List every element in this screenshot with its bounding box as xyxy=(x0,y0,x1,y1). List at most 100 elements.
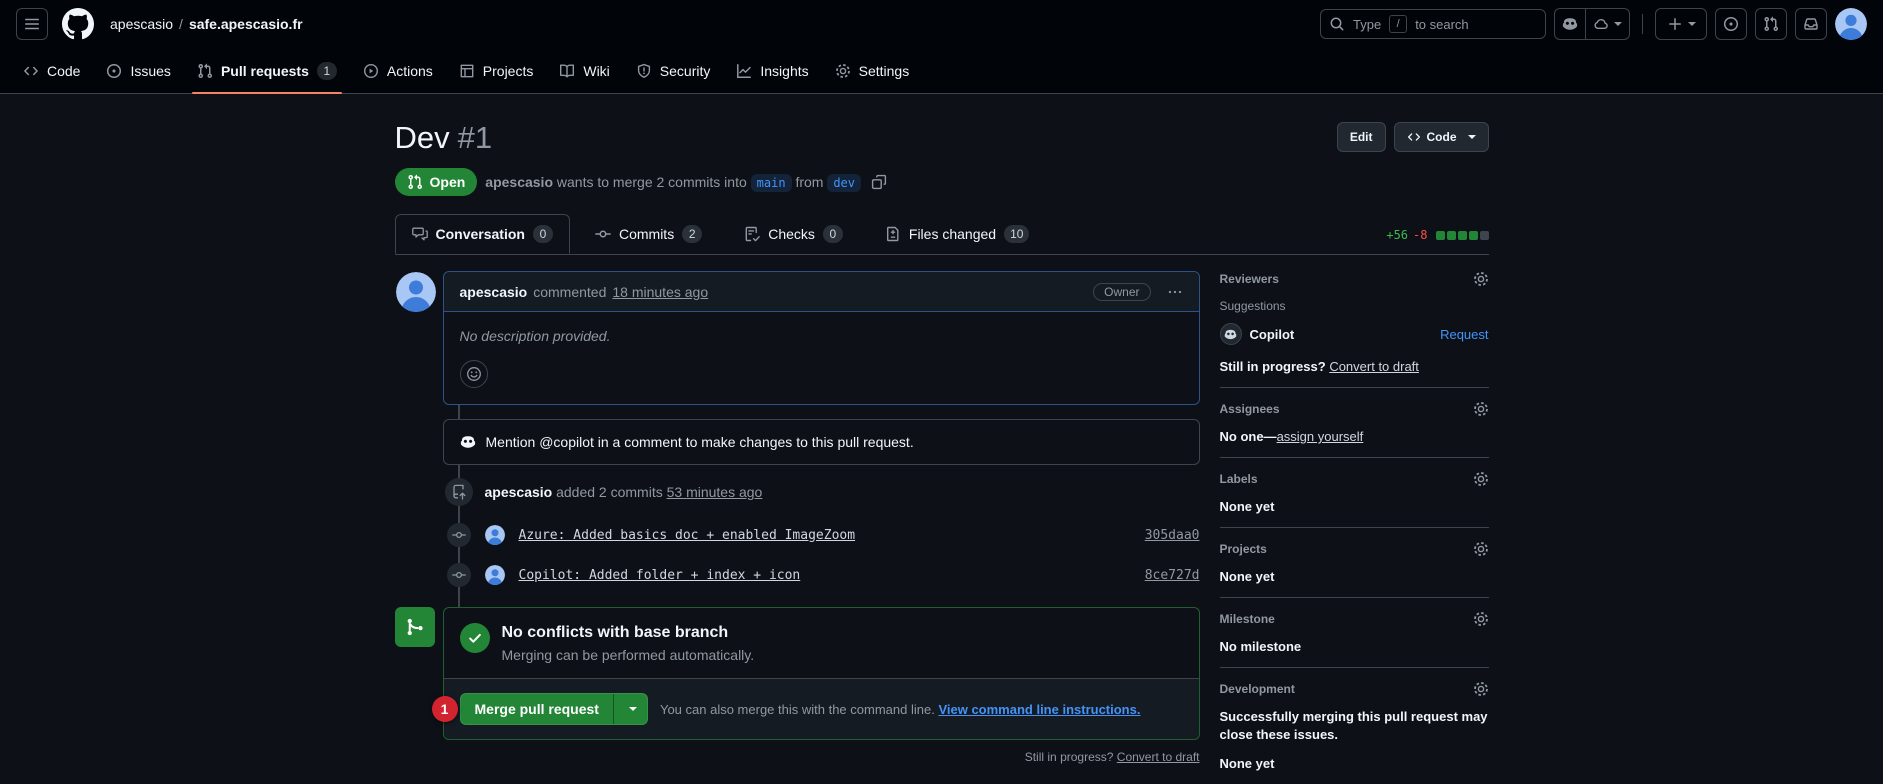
tab-label: Files changed xyxy=(908,226,997,242)
git-pull-request-icon xyxy=(407,174,423,190)
create-new-dropdown[interactable] xyxy=(1655,8,1707,40)
milestone-empty-state: No milestone xyxy=(1219,639,1302,654)
commit-row: Azure: Added basics doc + enabled ImageZ… xyxy=(443,519,1200,551)
merge-pull-request-button[interactable]: Merge pull request xyxy=(459,693,648,725)
cmdline-text: You can also merge this with the command… xyxy=(659,701,935,717)
edit-button[interactable]: Edit xyxy=(1336,122,1386,152)
git-commit-icon xyxy=(595,226,611,242)
milestone-title[interactable]: Milestone xyxy=(1220,612,1275,626)
commit-row: Copilot: Added folder + index + icon 8ce… xyxy=(443,559,1200,591)
gear-icon[interactable] xyxy=(1473,271,1489,287)
copilot-agents-dropdown[interactable] xyxy=(1585,9,1629,39)
owner-badge: Owner xyxy=(1093,282,1151,301)
user-avatar[interactable] xyxy=(1835,8,1867,40)
tab-checks[interactable]: Checks 0 xyxy=(727,214,860,254)
inbox-button[interactable] xyxy=(1795,8,1827,40)
avatar[interactable] xyxy=(471,565,505,585)
chevron-down-icon xyxy=(1467,135,1476,139)
event-timestamp-link[interactable]: 53 minutes ago xyxy=(667,484,763,500)
copilot-icon xyxy=(460,434,476,450)
request-review-link[interactable]: Request xyxy=(1440,327,1488,342)
base-branch-label[interactable]: main xyxy=(750,174,792,192)
breadcrumb-repo[interactable]: safe.apescasio.fr xyxy=(189,16,303,32)
suggested-reviewer-name[interactable]: Copilot xyxy=(1250,327,1295,342)
repo-tab-label: Insights xyxy=(760,62,809,79)
labels-title[interactable]: Labels xyxy=(1220,472,1258,486)
avatar[interactable] xyxy=(471,525,505,545)
code-dropdown-button[interactable]: Code xyxy=(1393,122,1489,152)
reviewers-title[interactable]: Reviewers xyxy=(1220,272,1279,286)
check-icon xyxy=(459,623,490,653)
search-placeholder-pre: Type xyxy=(1353,16,1382,32)
add-reaction-button[interactable] xyxy=(459,360,488,388)
repo-tab-actions[interactable]: Actions xyxy=(354,48,442,93)
commit-message-link[interactable]: Azure: Added basics doc + enabled ImageZ… xyxy=(519,528,856,543)
convert-to-draft-link[interactable]: Convert to draft xyxy=(1329,359,1419,374)
sidebar-draft-prompt: Still in progress? Convert to draft xyxy=(1220,359,1489,374)
commit-sha-link[interactable]: 305daa0 xyxy=(1145,528,1200,543)
commit-message-link[interactable]: Copilot: Added folder + index + icon xyxy=(519,568,801,583)
github-logo-icon[interactable] xyxy=(62,8,94,40)
tab-files-changed[interactable]: Files changed 10 xyxy=(868,214,1047,254)
comment-timestamp-link[interactable]: 18 minutes ago xyxy=(612,284,708,300)
search-input[interactable]: Type / to search xyxy=(1320,9,1546,39)
gear-icon[interactable] xyxy=(1473,541,1489,557)
assignees-title[interactable]: Assignees xyxy=(1220,402,1280,416)
git-merge-icon xyxy=(394,607,435,647)
development-title[interactable]: Development xyxy=(1220,682,1295,696)
copilot-icon xyxy=(1562,16,1578,32)
inbox-icon xyxy=(1803,16,1819,32)
repo-push-icon xyxy=(444,478,473,506)
copilot-avatar xyxy=(1219,323,1242,345)
tab-conversation[interactable]: Conversation 0 xyxy=(394,214,570,254)
projects-title[interactable]: Projects xyxy=(1220,542,1267,556)
event-action: added 2 commits xyxy=(556,484,663,500)
repo-tab-security[interactable]: Security xyxy=(627,48,720,93)
gear-icon[interactable] xyxy=(1473,401,1489,417)
convert-to-draft-link[interactable]: Convert to draft xyxy=(1117,750,1200,764)
gear-icon[interactable] xyxy=(1473,611,1489,627)
merge-status-box: No conflicts with base branch Merging ca… xyxy=(431,607,1200,740)
repo-tab-label: Issues xyxy=(130,62,171,79)
repo-tab-settings[interactable]: Settings xyxy=(826,48,919,93)
issue-opened-icon xyxy=(106,63,122,79)
comment-text: No description provided. xyxy=(459,328,611,344)
gear-icon[interactable] xyxy=(1473,471,1489,487)
issues-button[interactable] xyxy=(1715,8,1747,40)
event-author[interactable]: apescasio xyxy=(485,484,553,500)
edit-button-label: Edit xyxy=(1349,130,1373,144)
diffstat-deletions: -8 xyxy=(1413,228,1428,242)
comment-author[interactable]: apescasio xyxy=(460,284,528,300)
project-table-icon xyxy=(459,63,475,79)
global-nav-menu-button[interactable] xyxy=(16,8,48,40)
pull-requests-button[interactable] xyxy=(1755,8,1787,40)
repo-tab-wiki[interactable]: Wiki xyxy=(550,48,618,93)
annotation-marker: 1 xyxy=(431,696,458,722)
pr-merge-sentence: apescasio wants to merge 2 commits into … xyxy=(485,174,862,192)
gear-icon[interactable] xyxy=(1473,681,1489,697)
head-branch-label[interactable]: dev xyxy=(827,174,862,192)
repo-tab-code[interactable]: Code xyxy=(14,48,89,93)
pr-number: #1 xyxy=(457,120,493,155)
tab-commits[interactable]: Commits 2 xyxy=(578,214,719,254)
git-pull-request-icon xyxy=(1763,16,1779,32)
hamburger-icon xyxy=(24,16,40,32)
copy-branch-button[interactable] xyxy=(871,174,887,190)
breadcrumb-owner[interactable]: apescasio xyxy=(110,16,173,32)
repo-tab-issues[interactable]: Issues xyxy=(97,48,179,93)
cmdline-instructions-link[interactable]: View command line instructions. xyxy=(938,702,1140,717)
repo-tab-label: Actions xyxy=(386,62,433,79)
commit-sha-link[interactable]: 8ce727d xyxy=(1145,568,1200,583)
repo-tab-pull-requests[interactable]: Pull requests 1 xyxy=(188,48,346,94)
avatar[interactable] xyxy=(396,272,436,312)
assign-yourself-link[interactable]: assign yourself xyxy=(1277,429,1364,444)
merge-options-dropdown[interactable] xyxy=(612,694,647,724)
header-actions: Type / to search xyxy=(1320,8,1867,40)
comment-menu-button[interactable] xyxy=(1167,284,1183,300)
copilot-button[interactable] xyxy=(1555,9,1585,39)
repo-tab-projects[interactable]: Projects xyxy=(450,48,543,93)
assignees-empty-text: No one— xyxy=(1219,429,1277,444)
pr-author[interactable]: apescasio xyxy=(485,174,553,190)
repo-tab-insights[interactable]: Insights xyxy=(727,48,817,93)
merge-button-label: Merge pull request xyxy=(474,701,599,717)
